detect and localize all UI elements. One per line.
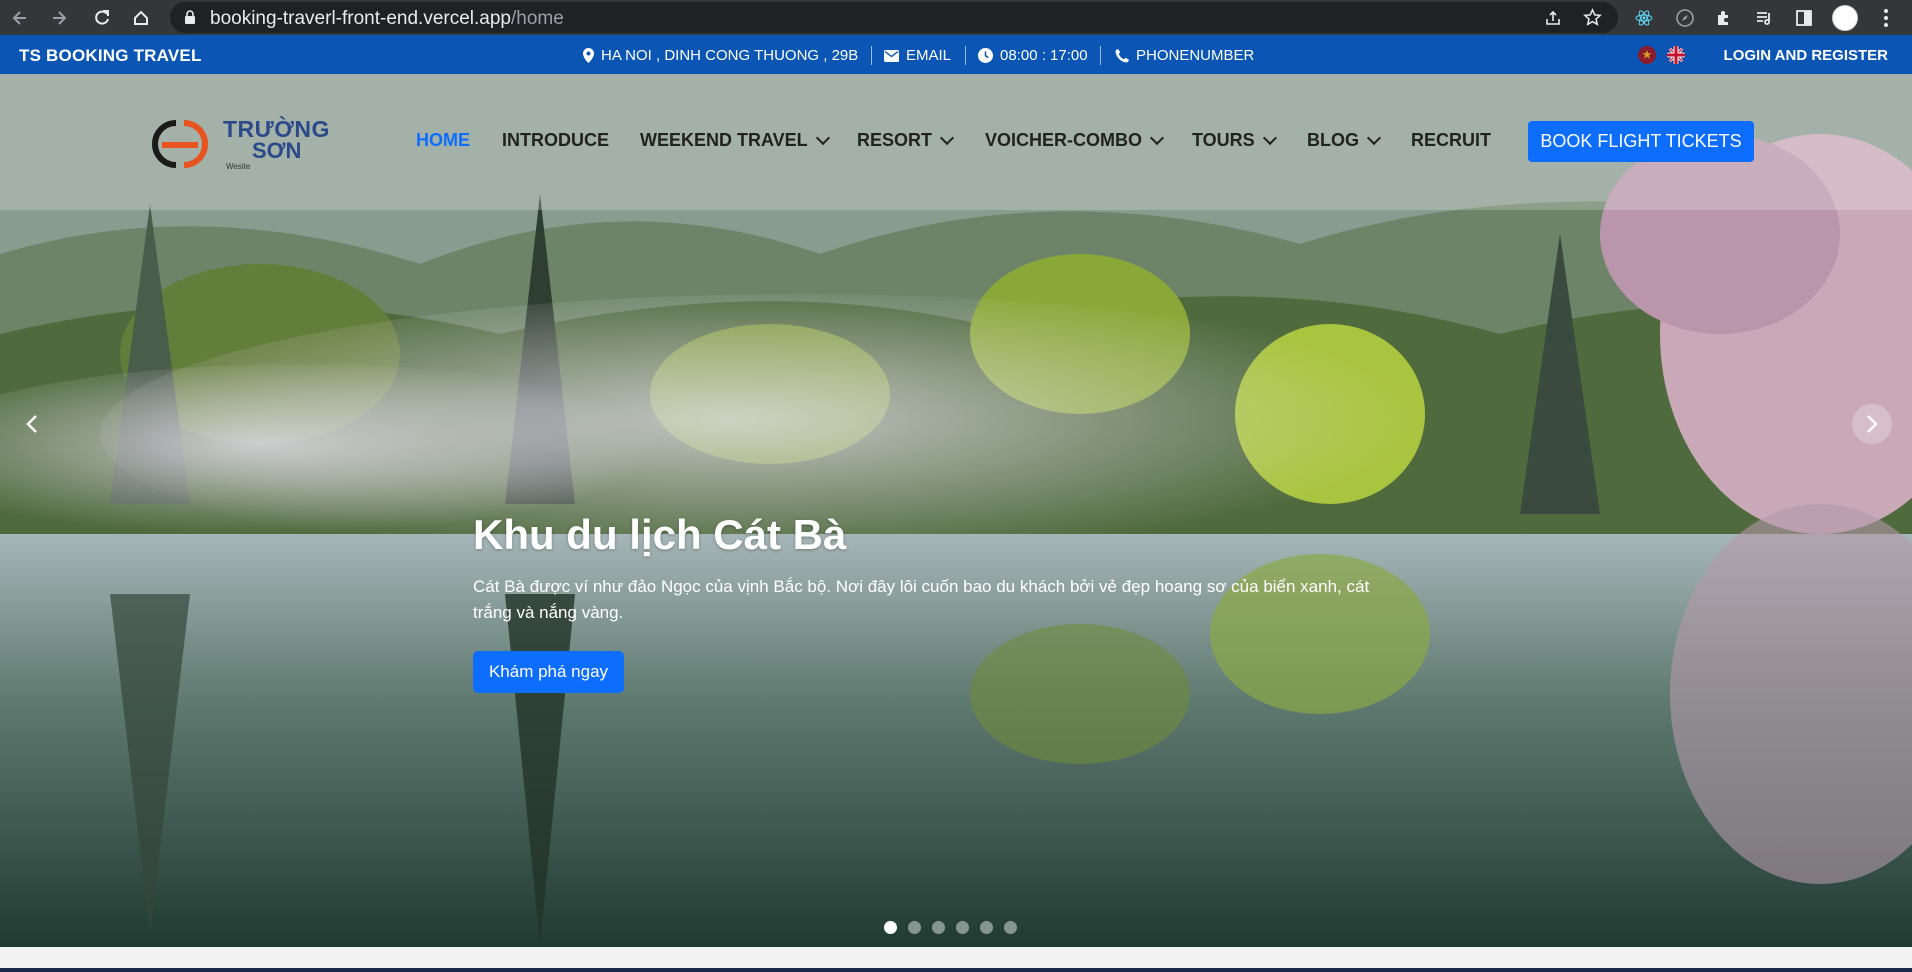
chevron-right-icon — [1867, 415, 1878, 433]
carousel-dot[interactable] — [980, 921, 993, 934]
divider — [871, 46, 872, 65]
chevron-down-icon — [939, 130, 955, 145]
location-pin-icon — [583, 48, 594, 63]
clock-icon — [978, 48, 993, 63]
nav-home[interactable]: HOME — [416, 130, 470, 151]
logo-mark-icon — [152, 120, 208, 168]
back-icon[interactable] — [6, 4, 34, 32]
divider — [965, 46, 966, 65]
extensions-icon[interactable] — [1710, 4, 1738, 32]
envelope-icon — [884, 49, 899, 62]
address-bar[interactable]: booking-traverl-front-end.vercel.app/hom… — [170, 2, 1618, 33]
carousel-indicators — [884, 921, 1017, 934]
react-devtools-icon[interactable] — [1630, 4, 1658, 32]
uk-flag-icon[interactable] — [1667, 46, 1685, 64]
star-icon[interactable] — [1583, 8, 1602, 32]
book-flight-tickets-button[interactable]: BOOK FLIGHT TICKETS — [1528, 121, 1754, 162]
profile-avatar[interactable] — [1831, 4, 1859, 32]
home-icon[interactable] — [127, 4, 155, 32]
menu-dots-icon[interactable] — [1872, 4, 1900, 32]
explore-now-button[interactable]: Khám phá ngay — [473, 651, 624, 693]
phone-icon — [1115, 48, 1129, 62]
top-info-bar: TS BOOKING TRAVEL HA NOI , DINH CONG THU… — [0, 35, 1912, 74]
address-info: HA NOI , DINH CONG THUONG , 29B — [583, 47, 858, 64]
nav-blog[interactable]: BLOG — [1307, 130, 1382, 151]
side-panel-icon[interactable] — [1790, 4, 1818, 32]
chevron-down-icon — [1262, 130, 1277, 145]
chevron-down-icon — [1366, 130, 1382, 145]
carousel-prev-button[interactable] — [12, 404, 52, 444]
slide-description: Cát Bà được ví như đảo Ngọc của vịnh Bắc… — [473, 577, 1370, 622]
logo-text-line2: SƠN — [252, 138, 302, 163]
logo-tagline: Wesite — [226, 162, 251, 171]
carousel-dot[interactable] — [884, 921, 897, 934]
forward-icon[interactable] — [45, 4, 73, 32]
vietnam-flag-icon[interactable] — [1638, 46, 1656, 64]
url-text: booking-traverl-front-end.vercel.app/hom… — [210, 8, 564, 29]
share-icon[interactable] — [1544, 9, 1562, 32]
hero-carousel: TRƯỜNG SƠN Wesite HOME INTRODUCE WEEKEND… — [0, 74, 1912, 947]
slide-title: Khu du lịch Cát Bà — [473, 511, 847, 558]
main-header: TRƯỜNG SƠN Wesite HOME INTRODUCE WEEKEND… — [0, 74, 1912, 210]
lock-icon — [184, 10, 196, 30]
carousel-dot[interactable] — [908, 921, 921, 934]
nav-weekend-travel[interactable]: WEEKEND TRAVEL — [640, 130, 830, 151]
phone-info[interactable]: PHONENUMBER — [1115, 47, 1254, 64]
nav-resort[interactable]: RESORT — [857, 130, 955, 151]
nav-introduce[interactable]: INTRODUCE — [502, 130, 609, 151]
carousel-next-button[interactable] — [1852, 404, 1892, 444]
nav-tours[interactable]: TOURS — [1192, 130, 1277, 151]
site-brand[interactable]: TS BOOKING TRAVEL — [19, 46, 202, 66]
email-info[interactable]: EMAIL — [884, 47, 951, 64]
chevron-left-icon — [26, 415, 37, 433]
nav-voucher-combo[interactable]: VOICHER-COMBO — [985, 130, 1165, 151]
divider — [1100, 46, 1101, 65]
carousel-dot[interactable] — [956, 921, 969, 934]
reading-list-icon[interactable] — [1750, 4, 1778, 32]
compass-icon[interactable] — [1671, 4, 1699, 32]
chevron-down-icon — [1149, 130, 1165, 145]
carousel-dot[interactable] — [1004, 921, 1017, 934]
site-logo[interactable]: TRƯỜNG SƠN Wesite — [140, 114, 340, 174]
bottom-border — [0, 968, 1912, 972]
login-register-link[interactable]: LOGIN AND REGISTER — [1724, 47, 1888, 64]
chevron-down-icon — [815, 130, 830, 145]
reload-icon[interactable] — [88, 4, 116, 32]
carousel-dot[interactable] — [932, 921, 945, 934]
nav-recruit[interactable]: RECRUIT — [1411, 130, 1491, 151]
browser-toolbar: booking-traverl-front-end.vercel.app/hom… — [0, 0, 1912, 35]
hours-info: 08:00 : 17:00 — [978, 47, 1088, 64]
